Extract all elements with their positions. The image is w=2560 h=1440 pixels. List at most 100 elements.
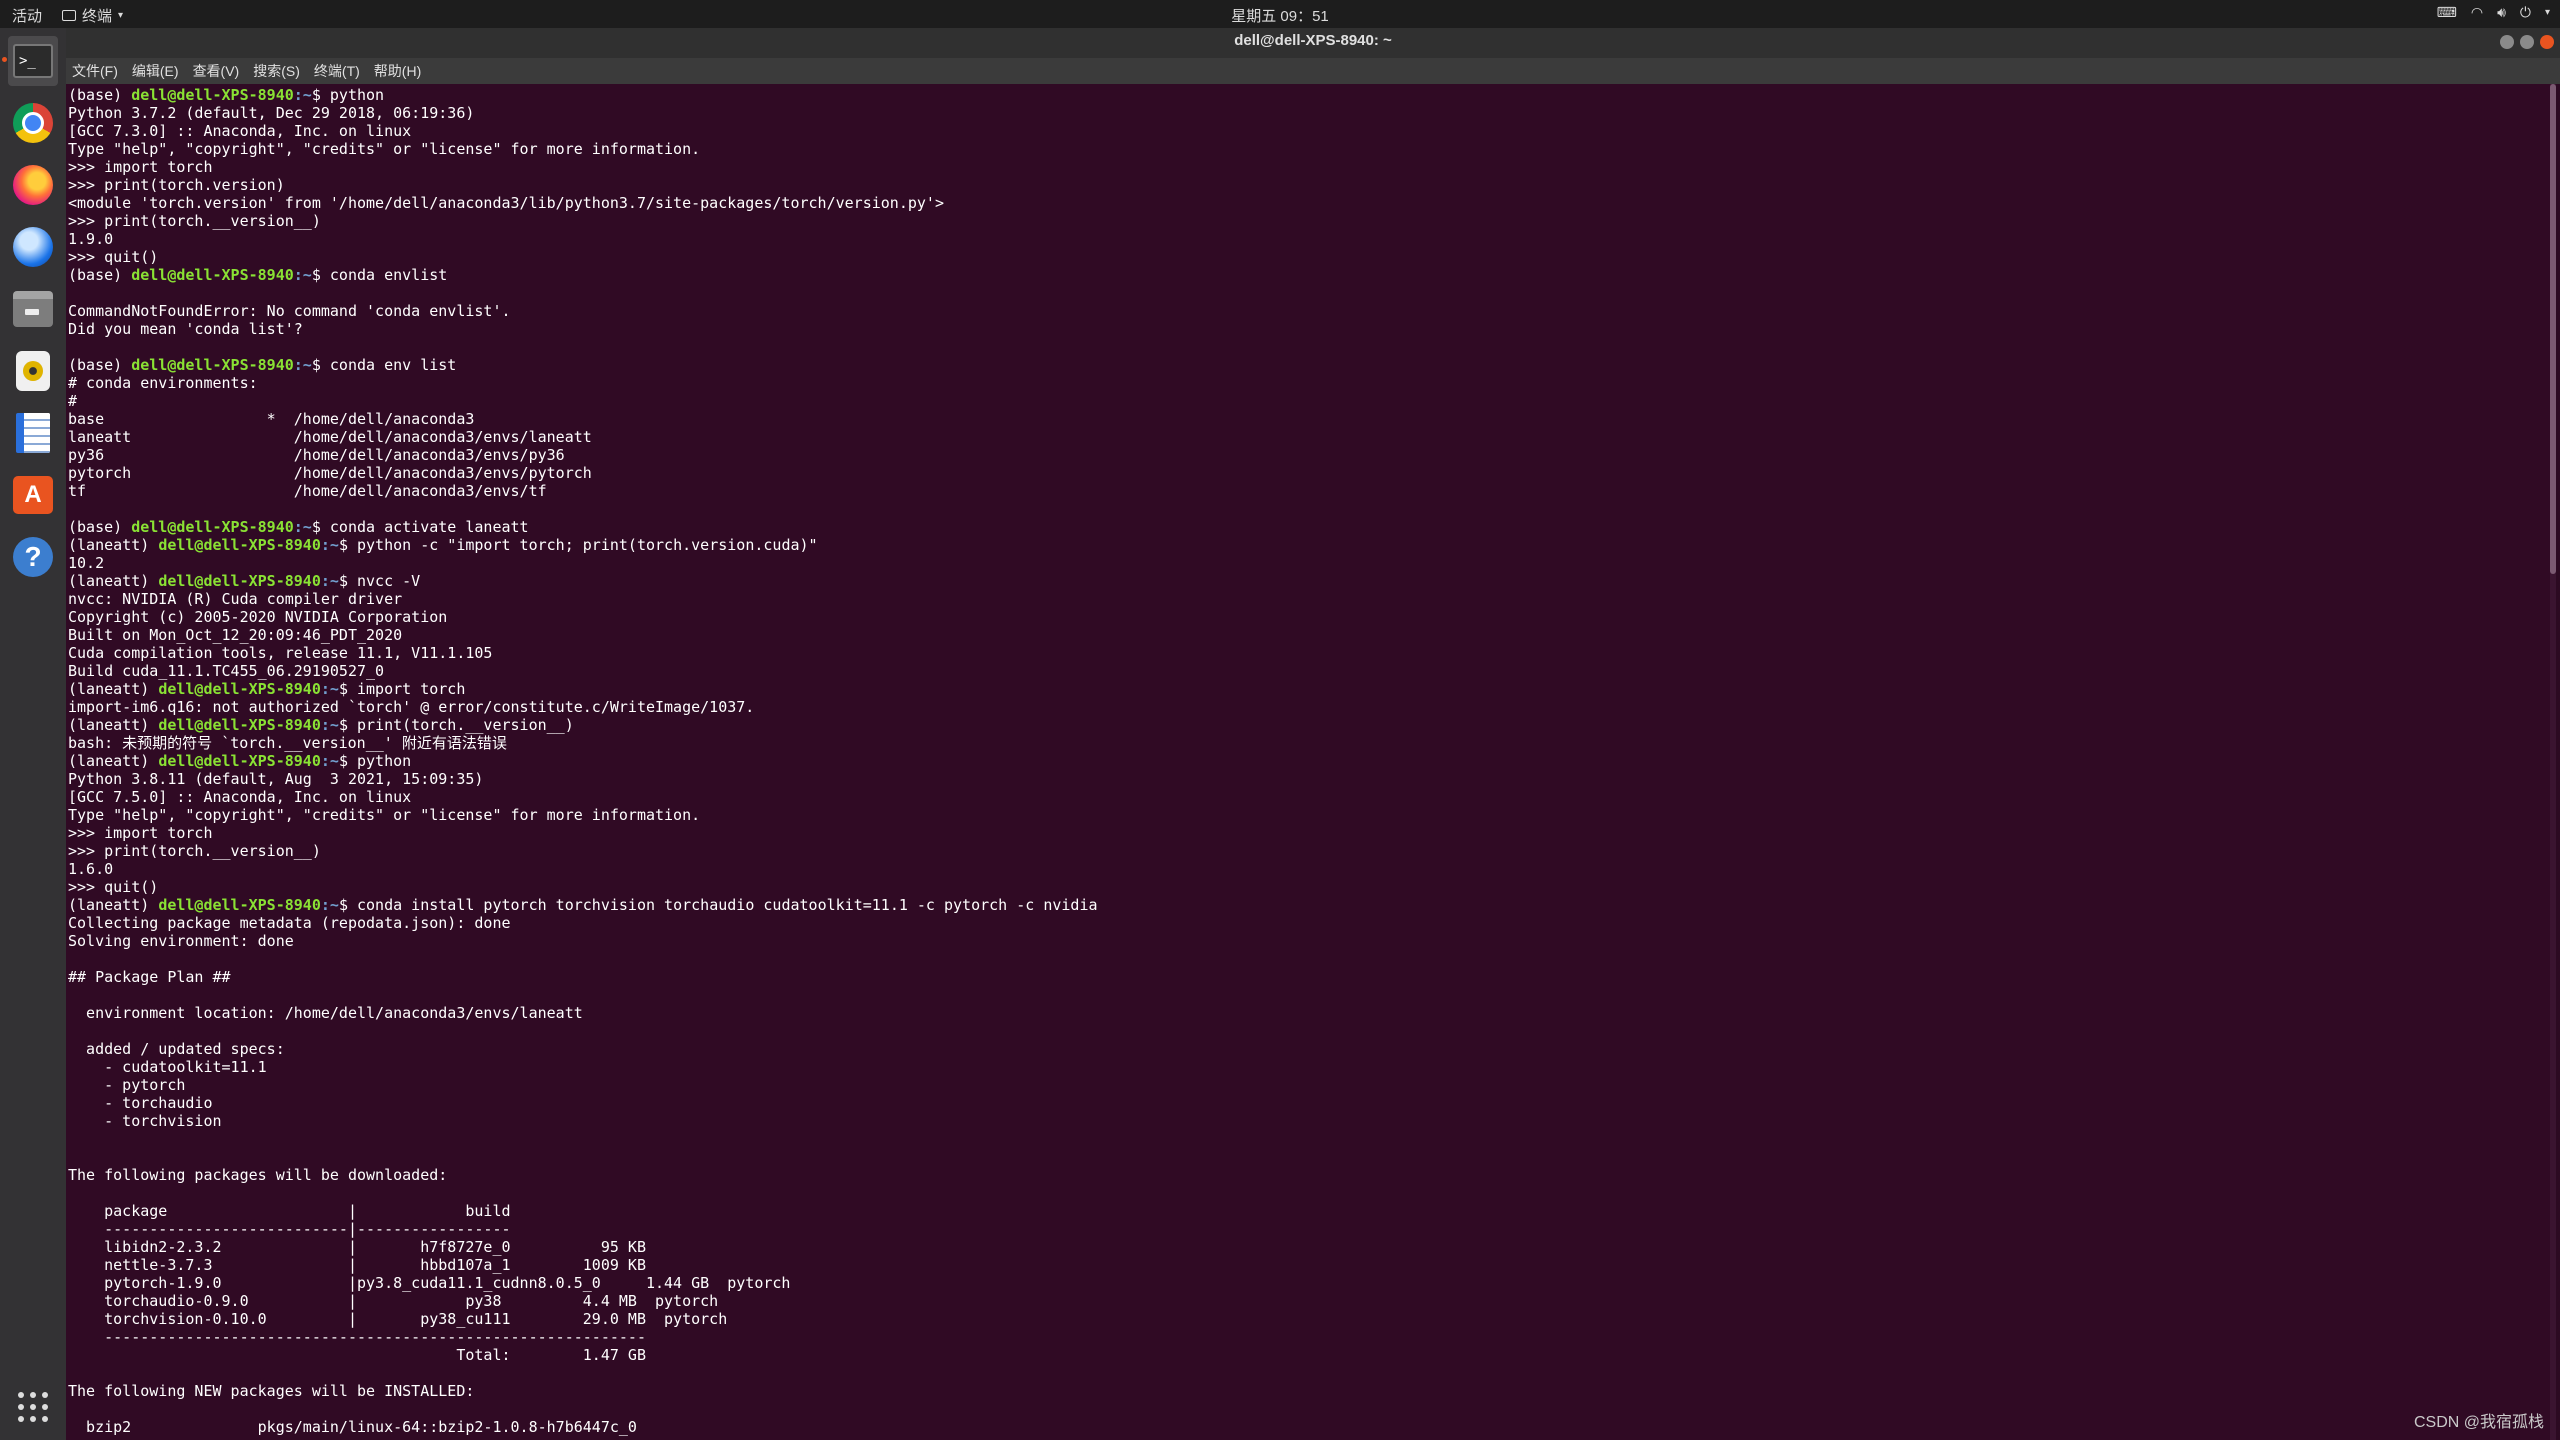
app-menu[interactable]: 终端 ▾	[62, 5, 123, 26]
command-text: $ python	[338, 752, 412, 770]
dock-writer[interactable]	[8, 408, 58, 458]
dock-help[interactable]: ?	[8, 532, 58, 582]
terminal-line: Total: 1.47 GB	[68, 1346, 1098, 1364]
terminal-line: (base) dell@dell-XPS-8940:~$ conda envli…	[68, 266, 1098, 284]
terminal-line: (laneatt) dell@dell-XPS-8940:~$ print(to…	[68, 716, 1098, 734]
menu-terminal[interactable]: 终端(T)	[314, 61, 360, 81]
menu-help[interactable]: 帮助(H)	[374, 61, 421, 81]
command-text: $ conda env list	[311, 356, 457, 374]
terminal-line: pytorch /home/dell/anaconda3/envs/pytorc…	[68, 464, 1098, 482]
scrollbar-thumb[interactable]	[2550, 84, 2556, 574]
dock-firefox[interactable]	[8, 160, 58, 210]
output-text: Type "help", "copyright", "credits" or "…	[68, 806, 701, 824]
terminal-line: Copyright (c) 2005-2020 NVIDIA Corporati…	[68, 608, 1098, 626]
output-text: bash: 未预期的符号 `torch.__version__' 附近有语法错误	[68, 734, 507, 752]
dock-chrome[interactable]	[8, 98, 58, 148]
chrome-icon	[13, 103, 53, 143]
output-text: nvcc: NVIDIA (R) Cuda compiler driver	[68, 590, 403, 608]
output-text: torchvision-0.10.0 | py38_cu111 29.0 MB …	[68, 1310, 728, 1328]
output-text: Did you mean 'conda list'?	[68, 320, 303, 338]
terminal-line: #	[68, 392, 1098, 410]
output-text: Cuda compilation tools, release 11.1, V1…	[68, 644, 493, 662]
terminal-icon: >_	[13, 44, 53, 78]
output-text: # conda environments:	[68, 374, 258, 392]
terminal-line: >>> import torch	[68, 158, 1098, 176]
output-text: >>> print(torch.version)	[68, 176, 285, 194]
output-text: ---------------------------|------------…	[68, 1220, 511, 1238]
terminal-line: Built on Mon_Oct_12_20:09:46_PDT_2020	[68, 626, 1098, 644]
menu-file[interactable]: 文件(F)	[72, 61, 118, 81]
dock-rhythmbox[interactable]	[8, 346, 58, 396]
output-text: Solving environment: done	[68, 932, 294, 950]
dock-terminal[interactable]: >_	[2, 36, 58, 86]
menu-view[interactable]: 查看(V)	[193, 61, 240, 81]
output-text: - pytorch	[68, 1076, 186, 1094]
output-text: <module 'torch.version' from '/home/dell…	[68, 194, 944, 212]
terminal-line: base * /home/dell/anaconda3	[68, 410, 1098, 428]
prompt-path: :~	[320, 572, 339, 590]
terminal-line: (base) dell@dell-XPS-8940:~$ conda activ…	[68, 518, 1098, 536]
output-text: The following packages will be downloade…	[68, 1166, 448, 1184]
prompt-user-host: dell@dell-XPS-8940	[158, 752, 321, 770]
output-text: tf /home/dell/anaconda3/envs/tf	[68, 482, 547, 500]
dock-thunderbird[interactable]	[8, 222, 58, 272]
thunderbird-icon	[13, 227, 53, 267]
close-button[interactable]	[2540, 35, 2554, 49]
keyboard-icon[interactable]: ⌨	[2437, 4, 2457, 21]
menu-edit[interactable]: 编辑(E)	[132, 61, 179, 81]
prompt-path: :~	[320, 896, 339, 914]
dock-files[interactable]	[8, 284, 58, 334]
prompt-env: (laneatt)	[68, 752, 159, 770]
prompt-user-host: dell@dell-XPS-8940	[158, 716, 321, 734]
prompt-path: :~	[293, 356, 312, 374]
maximize-button[interactable]	[2520, 35, 2534, 49]
prompt-user-host: dell@dell-XPS-8940	[158, 536, 321, 554]
rhythmbox-icon	[16, 351, 50, 391]
prompt-path: :~	[320, 536, 339, 554]
terminal-line: - pytorch	[68, 1076, 1098, 1094]
output-text: pytorch-1.9.0 |py3.8_cuda11.1_cudnn8.0.5…	[68, 1274, 791, 1292]
app-menu-label: 终端	[82, 8, 113, 25]
terminal-line: import-im6.q16: not authorized `torch' @…	[68, 698, 1098, 716]
terminal-line: Did you mean 'conda list'?	[68, 320, 1098, 338]
terminal-line: <module 'torch.version' from '/home/dell…	[68, 194, 1098, 212]
volume-icon: 🔊︎	[2497, 4, 2506, 20]
system-tray[interactable]: ⌨ ◠ 🔊︎ ⏻ ▾	[2437, 4, 2550, 21]
output-text: - torchaudio	[68, 1094, 213, 1112]
activities-button[interactable]: 活动	[12, 5, 42, 26]
help-icon: ?	[13, 537, 53, 577]
terminal-line: (base) dell@dell-XPS-8940:~$ conda env l…	[68, 356, 1098, 374]
output-text: >>> quit()	[68, 248, 159, 266]
terminal-line: (laneatt) dell@dell-XPS-8940:~$ python	[68, 752, 1098, 770]
minimize-button[interactable]	[2500, 35, 2514, 49]
output-text: ----------------------------------------…	[68, 1328, 646, 1346]
menu-search[interactable]: 搜索(S)	[253, 61, 300, 81]
show-applications-button[interactable]	[8, 1382, 58, 1432]
terminal-line: py36 /home/dell/anaconda3/envs/py36	[68, 446, 1098, 464]
command-text: $ print(torch.__version__)	[338, 716, 574, 734]
terminal-line: nvcc: NVIDIA (R) Cuda compiler driver	[68, 590, 1098, 608]
terminal-line: [GCC 7.3.0] :: Anaconda, Inc. on linux	[68, 122, 1098, 140]
top-bar: 活动 终端 ▾ 星期五 09：51 ⌨ ◠ 🔊︎ ⏻ ▾	[0, 0, 2560, 28]
clock[interactable]: 星期五 09：51	[1231, 8, 1329, 25]
prompt-env: (laneatt)	[68, 572, 159, 590]
output-text: Build cuda_11.1.TC455_06.29190527_0	[68, 662, 385, 680]
output-text: 1.9.0	[68, 230, 114, 248]
terminal-output[interactable]: (base) dell@dell-XPS-8940:~$ python Pytho…	[66, 84, 2556, 1440]
dock-software[interactable]: A	[8, 470, 58, 520]
output-text: >>> quit()	[68, 878, 159, 896]
terminal-line: Cuda compilation tools, release 11.1, V1…	[68, 644, 1098, 662]
terminal-line: pytorch-1.9.0 |py3.8_cuda11.1_cudnn8.0.5…	[68, 1274, 1098, 1292]
window-titlebar[interactable]: dell@dell-XPS-8940: ~	[66, 28, 2560, 58]
scrollbar[interactable]	[2550, 84, 2556, 1440]
terminal-lines: (base) dell@dell-XPS-8940:~$ python Pytho…	[68, 86, 1098, 1436]
output-text: Built on Mon_Oct_12_20:09:46_PDT_2020	[68, 626, 403, 644]
output-text: ## Package Plan ##	[68, 968, 231, 986]
terminal-line: (laneatt) dell@dell-XPS-8940:~$ python -…	[68, 536, 1098, 554]
writer-icon	[16, 413, 50, 453]
terminal-line: nettle-3.7.3 | hbbd107a_1 1009 KB	[68, 1256, 1098, 1274]
